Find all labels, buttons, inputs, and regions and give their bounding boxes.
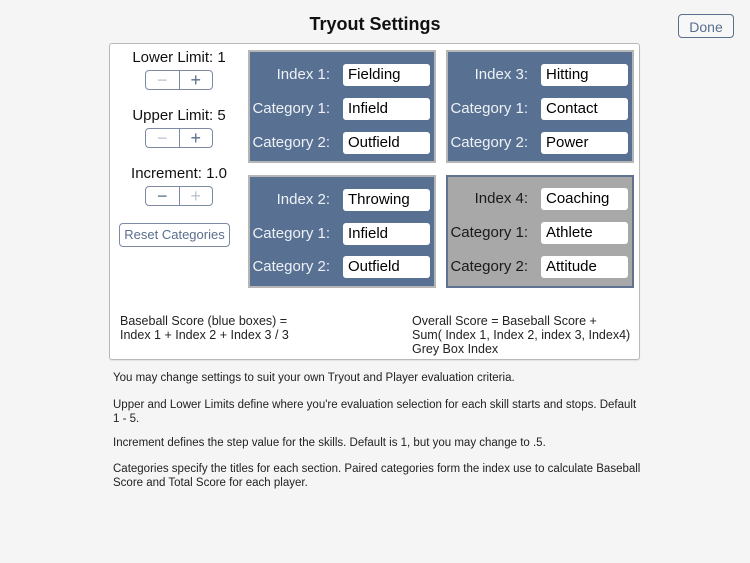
minus-icon: − bbox=[156, 128, 168, 148]
minus-icon: − bbox=[156, 186, 168, 206]
increment-control: Increment: 1.0 − + bbox=[110, 165, 248, 206]
baseball-formula-line-2: Index 1 + Index 2 + Index 3 / 3 bbox=[120, 328, 289, 342]
index-2-category-2-field[interactable] bbox=[343, 256, 430, 278]
index-3-category-1-field[interactable] bbox=[541, 98, 628, 120]
increment-decrement-button[interactable]: − bbox=[146, 187, 179, 205]
index-label: Index 1: bbox=[276, 66, 330, 83]
index-4-category-1-field[interactable] bbox=[541, 222, 628, 244]
category-2-label: Category 2: bbox=[450, 258, 528, 275]
plus-icon: + bbox=[190, 128, 201, 148]
index-4-category-2-field[interactable] bbox=[541, 256, 628, 278]
lower-limit-stepper[interactable]: − + bbox=[145, 70, 213, 90]
category-1-label: Category 1: bbox=[252, 100, 330, 117]
index-1-category-1-field[interactable] bbox=[343, 98, 430, 120]
page-title: Tryout Settings bbox=[309, 14, 441, 34]
index-3-field[interactable] bbox=[541, 64, 628, 86]
upper-limit-label: Upper Limit: 5 bbox=[132, 107, 226, 124]
index-label: Index 2: bbox=[276, 191, 330, 208]
settings-panel: Lower Limit: 1 − + Upper Limit: 5 − + In… bbox=[109, 43, 640, 360]
index-1-field[interactable] bbox=[343, 64, 430, 86]
upper-limit-decrement-button[interactable]: − bbox=[146, 129, 179, 147]
index-3-category-2-field[interactable] bbox=[541, 132, 628, 154]
overall-formula-line-1: Overall Score = Baseball Score + bbox=[412, 314, 597, 328]
upper-limit-control: Upper Limit: 5 − + bbox=[110, 107, 248, 148]
upper-limit-stepper[interactable]: − + bbox=[145, 128, 213, 148]
category-2-label: Category 2: bbox=[252, 134, 330, 151]
help-text-1: You may change settings to suit your own… bbox=[113, 372, 515, 384]
category-2-label: Category 2: bbox=[450, 134, 528, 151]
index-box-4: Index 4: Category 1: Category 2: bbox=[446, 175, 634, 288]
baseball-formula-line-1: Baseball Score (blue boxes) = bbox=[120, 314, 288, 328]
overall-formula-line-3: Grey Box Index bbox=[412, 342, 499, 356]
index-box-2: Index 2: Category 1: Category 2: bbox=[248, 175, 436, 288]
upper-limit-increment-button[interactable]: + bbox=[178, 128, 213, 148]
minus-icon: − bbox=[156, 70, 168, 90]
increment-increment-button[interactable]: + bbox=[178, 186, 213, 206]
overall-score-formula: Overall Score = Baseball Score + Sum( In… bbox=[412, 314, 630, 356]
category-1-label: Category 1: bbox=[450, 224, 528, 241]
lower-limit-increment-button[interactable]: + bbox=[178, 70, 213, 90]
overall-formula-line-2: Sum( Index 1, Index 2, index 3, Index4) bbox=[412, 328, 631, 342]
index-box-3: Index 3: Category 1: Category 2: bbox=[446, 50, 634, 163]
done-button[interactable]: Done bbox=[678, 14, 734, 38]
increment-label: Increment: 1.0 bbox=[131, 165, 227, 182]
index-label: Index 4: bbox=[474, 190, 528, 207]
baseball-score-formula: Baseball Score (blue boxes) = Index 1 + … bbox=[120, 314, 289, 342]
increment-stepper[interactable]: − + bbox=[145, 186, 213, 206]
plus-icon: + bbox=[190, 70, 201, 90]
index-2-category-1-field[interactable] bbox=[343, 223, 430, 245]
lower-limit-control: Lower Limit: 1 − + bbox=[110, 49, 248, 90]
category-2-label: Category 2: bbox=[252, 258, 330, 275]
help-text-4: Categories specify the titles for each s… bbox=[113, 463, 641, 489]
index-box-1: Index 1: Category 1: Category 2: bbox=[248, 50, 436, 163]
plus-icon: + bbox=[190, 186, 201, 206]
index-1-category-2-field[interactable] bbox=[343, 132, 430, 154]
index-2-field[interactable] bbox=[343, 189, 430, 211]
lower-limit-label: Lower Limit: 1 bbox=[132, 49, 226, 66]
help-text-3: Increment defines the step value for the… bbox=[113, 437, 546, 449]
reset-categories-button[interactable]: Reset Categories bbox=[119, 223, 230, 247]
category-1-label: Category 1: bbox=[450, 100, 528, 117]
category-1-label: Category 1: bbox=[252, 225, 330, 242]
lower-limit-decrement-button[interactable]: − bbox=[146, 71, 179, 89]
index-label: Index 3: bbox=[474, 66, 528, 83]
index-4-field[interactable] bbox=[541, 188, 628, 210]
help-text-2: Upper and Lower Limits define where you'… bbox=[113, 399, 637, 425]
